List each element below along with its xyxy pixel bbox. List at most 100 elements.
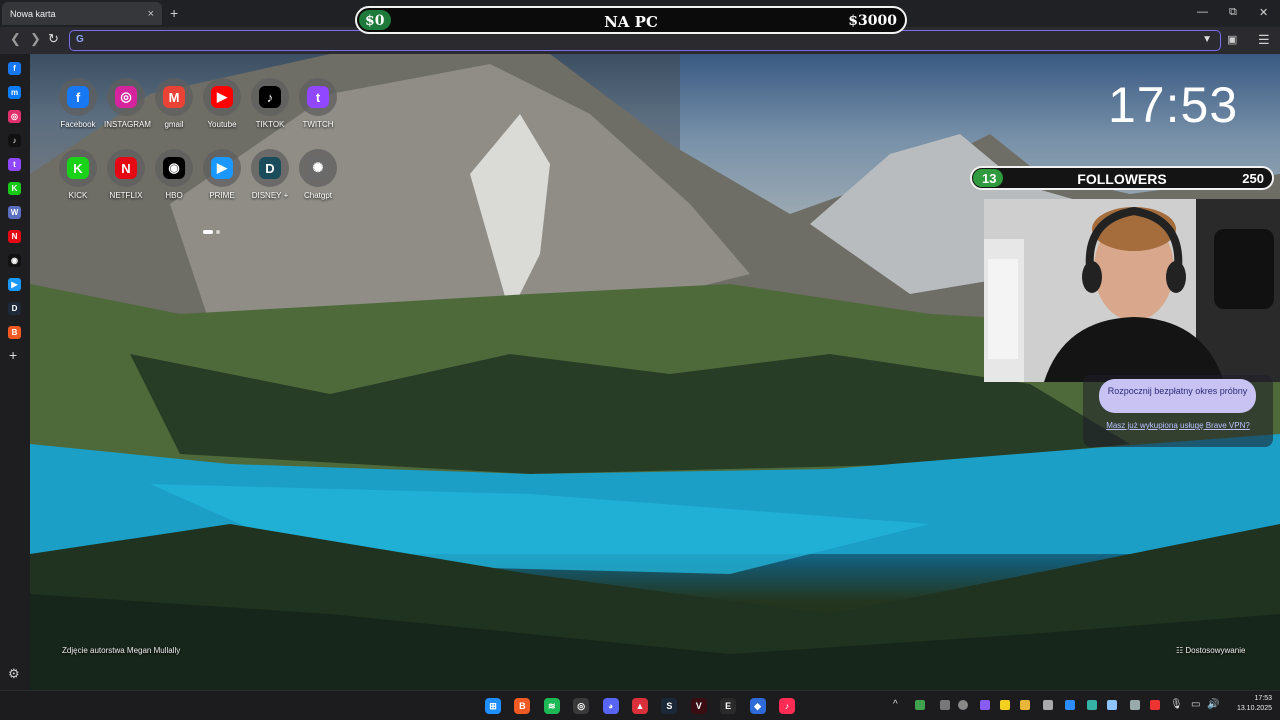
tray-icon-9[interactable]	[1087, 700, 1097, 710]
followers-goal-overlay: 13 FOLLOWERS 250	[970, 166, 1274, 190]
speed-dial-tile[interactable]: N NETFLIX	[104, 149, 148, 200]
tile-background: N	[107, 149, 145, 187]
tile-label: Youtube	[207, 120, 237, 129]
tile-label: HBO	[165, 191, 183, 200]
sidebar-hbo-icon[interactable]: ◉	[8, 254, 21, 267]
tile-label: NETFLIX	[109, 191, 143, 200]
obs-icon[interactable]: ◎	[573, 698, 590, 714]
hbo-icon: ◉	[163, 157, 185, 179]
tray-icon-3[interactable]	[958, 700, 968, 710]
speed-dial-tile[interactable]: ♪ TIKTOK	[248, 78, 292, 129]
system-clock[interactable]: 17:53 13.10.2025	[1228, 694, 1272, 714]
already-purchased-vpn-link[interactable]: Masz już wykupioną usługę Brave VPN?	[1083, 421, 1273, 430]
back-button[interactable]: ❮	[10, 31, 21, 47]
tile-background: t	[299, 78, 337, 116]
tray-icon-5[interactable]	[1000, 700, 1010, 710]
volume-icon[interactable]: 🔊	[1207, 699, 1219, 710]
speed-dial-tile[interactable]: ◎ INSTAGRAM	[104, 78, 151, 129]
photo-credit[interactable]: Zdjęcie autorstwa Megan Mullally	[62, 646, 180, 655]
sidebar-disney-icon[interactable]: D	[8, 302, 21, 315]
pagination-dots[interactable]	[203, 221, 223, 239]
tile-background: f	[59, 78, 97, 116]
netflix-icon: N	[115, 157, 137, 179]
speed-dial-tile[interactable]: f Facebook	[56, 78, 100, 129]
tray-icon-2[interactable]	[940, 700, 950, 710]
tray-icon-7[interactable]	[1043, 700, 1053, 710]
settings-gear-icon[interactable]: ⚙	[8, 666, 20, 682]
maximize-button[interactable]: ⧉	[1229, 6, 1237, 19]
sidebar-netflix-icon[interactable]: N	[8, 230, 21, 243]
kick-icon: K	[67, 157, 89, 179]
brave-icon[interactable]: B	[514, 698, 531, 714]
new-tab-button[interactable]: +	[170, 5, 178, 21]
tile-label: DISNEY +	[251, 191, 289, 200]
network-icon[interactable]: ▭	[1191, 699, 1200, 710]
speed-dial-tile[interactable]: ◉ HBO	[152, 149, 196, 200]
tray-overflow-chevron[interactable]: ^	[893, 699, 898, 710]
tile-background: K	[59, 149, 97, 187]
twitch-icon: t	[307, 86, 329, 108]
goal-title: NA PC	[604, 13, 658, 31]
steam-icon[interactable]: S	[661, 698, 678, 714]
minimize-button[interactable]: —	[1197, 6, 1208, 18]
tab-title: Nowa karta	[10, 8, 56, 19]
tile-background: ◎	[107, 78, 145, 116]
tray-icon-6[interactable]	[1020, 700, 1030, 710]
sidebar-twitch-icon[interactable]: t	[8, 158, 21, 171]
brave-shield-icon[interactable]: ▼	[1202, 34, 1212, 45]
speed-dial-tile[interactable]: t TWITCH	[296, 78, 340, 129]
tiktok-icon: ♪	[259, 86, 281, 108]
page-dot[interactable]	[216, 230, 220, 234]
tile-label: gmail	[164, 120, 184, 129]
menu-icon[interactable]: ☰	[1258, 32, 1270, 48]
page-dot-active[interactable]	[203, 230, 213, 234]
disney-icon: D	[259, 157, 281, 179]
tab-close-icon[interactable]: ×	[148, 8, 154, 20]
speed-dial-tile[interactable]: K KICK	[56, 149, 100, 200]
sidebar-brave-news-icon[interactable]: B	[8, 326, 21, 339]
bluetooth-icon[interactable]	[1065, 700, 1075, 710]
discord-icon[interactable]: ◕	[602, 698, 619, 714]
speed-dial-tile[interactable]: ▶ PRIME	[200, 149, 244, 200]
nvidia-tray-icon[interactable]	[915, 700, 925, 710]
tray-icon-11[interactable]	[1130, 700, 1140, 710]
tile-background: ▶	[203, 149, 241, 187]
forward-button[interactable]: ❯	[30, 31, 41, 47]
blue-app-icon[interactable]: ◆	[749, 698, 766, 714]
instagram-icon: ◎	[115, 86, 137, 108]
reload-button[interactable]: ↻	[48, 31, 59, 47]
close-window-button[interactable]: ✕	[1259, 6, 1268, 19]
sidebar-kick-icon[interactable]: K	[8, 182, 21, 195]
sidebar-messenger-icon[interactable]: m	[8, 86, 21, 99]
chatgpt-icon: ✺	[307, 157, 329, 179]
speed-dial-tile[interactable]: Mgmail	[152, 78, 196, 129]
sidebar-instagram-icon[interactable]: ◎	[8, 110, 21, 123]
tiktok-live-icon[interactable]: ♪	[779, 698, 795, 714]
spotify-icon[interactable]: ≋	[543, 698, 560, 714]
app-red-icon[interactable]: ▲	[632, 698, 648, 714]
sidebar-facebook-icon[interactable]: f	[8, 62, 21, 75]
address-input[interactable]	[94, 33, 1184, 48]
speed-dial-tile[interactable]: D DISNEY +	[248, 149, 292, 200]
tab-new[interactable]: Nowa karta ×	[2, 2, 162, 25]
epic-games-icon[interactable]: E	[720, 698, 737, 714]
sidebar-tiktok-icon[interactable]: ♪	[8, 134, 21, 147]
speed-dial-tile[interactable]: ✺ Chatgpt	[296, 149, 340, 200]
windows-start-icon[interactable]: ⊞	[485, 698, 501, 714]
start-free-trial-button[interactable]: Rozpocznij bezpłatny okres próbny	[1099, 379, 1256, 413]
sidebar-prime-icon[interactable]: ▶	[8, 278, 21, 291]
system-time: 17:53	[1254, 695, 1272, 702]
tray-icon-12[interactable]	[1150, 700, 1160, 710]
customize-button[interactable]: ☷ Dostosowywanie	[1176, 646, 1245, 655]
microphone-icon[interactable]: 🎙	[1170, 699, 1183, 710]
sidebar-wikipedia-icon[interactable]: W	[8, 206, 21, 219]
vpn-promo-card: Rozpocznij bezpłatny okres próbny Masz j…	[1083, 375, 1273, 447]
tile-label: TWITCH	[302, 120, 334, 129]
valorant-icon[interactable]: V	[690, 698, 707, 714]
tray-icon-4[interactable]	[980, 700, 990, 710]
tray-icon-10[interactable]	[1107, 700, 1117, 710]
speed-dial-tile[interactable]: ▶ Youtube	[200, 78, 244, 129]
add-sidebar-item-button[interactable]: +	[9, 347, 17, 363]
tile-background: M	[155, 78, 193, 116]
wallet-icon[interactable]: ▣	[1227, 33, 1237, 46]
